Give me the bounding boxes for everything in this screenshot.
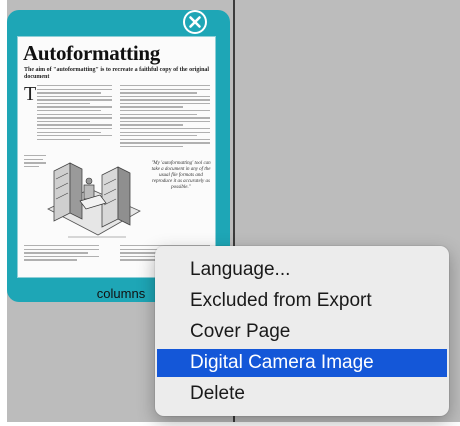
menu-item-delete[interactable]: Delete <box>157 380 447 408</box>
thumbnail-text-column-left <box>37 85 112 142</box>
menu-item-language[interactable]: Language... <box>157 256 447 284</box>
menu-item-label: Delete <box>190 383 245 404</box>
thumbnail-dropcap: T <box>24 83 37 105</box>
thumbnail-illustration <box>47 162 141 238</box>
thumbnail-text-column-right <box>120 85 210 149</box>
page-thumbnail-image[interactable]: Autoformatting The aim of "autoformattin… <box>18 37 215 277</box>
menu-item-excluded-from-export[interactable]: Excluded from Export <box>157 287 447 315</box>
menu-item-digital-camera-image[interactable]: Digital Camera Image <box>157 349 447 377</box>
menu-item-label: Digital Camera Image <box>190 352 374 373</box>
menu-item-label: Cover Page <box>190 321 291 342</box>
menu-item-label: Excluded from Export <box>190 290 372 311</box>
context-menu: Language... Excluded from Export Cover P… <box>155 246 449 416</box>
thumbnail-doc-title: Autoformatting <box>23 41 160 65</box>
menu-item-cover-page[interactable]: Cover Page <box>157 318 447 346</box>
thumbnail-doc-subtitle: The aim of "autoformatting" is to recrea… <box>24 67 210 80</box>
thumbnail-pull-quote: "My 'autoformatting' tool can take a doc… <box>151 161 211 190</box>
menu-item-label: Language... <box>190 259 291 280</box>
close-icon[interactable] <box>183 10 207 34</box>
thumbnail-text-footer-left <box>24 245 99 263</box>
